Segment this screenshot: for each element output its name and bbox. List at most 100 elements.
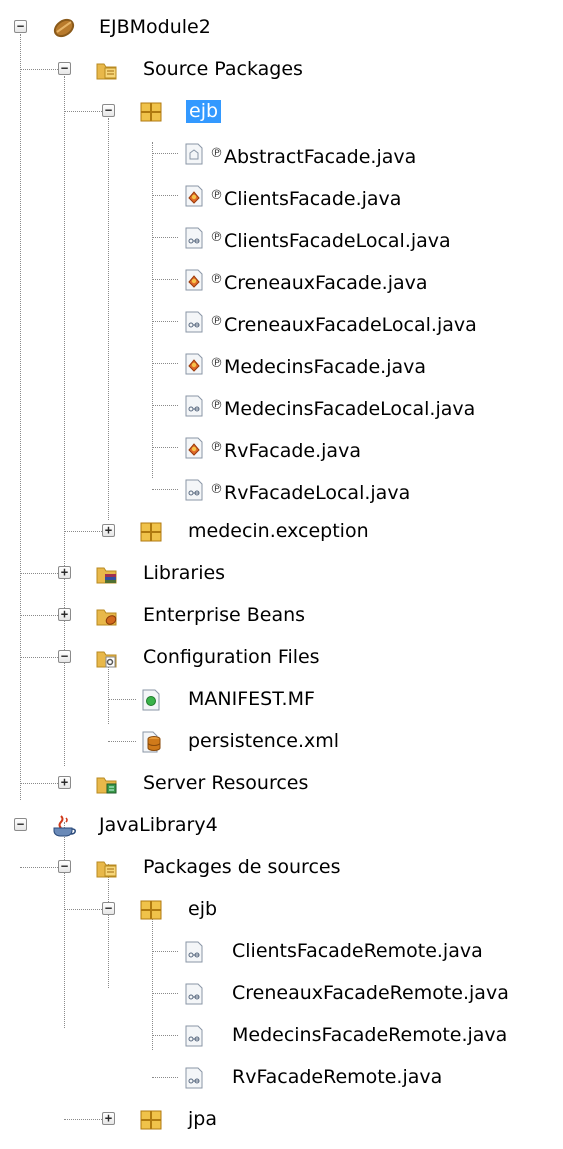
collapse-toggle[interactable]: − <box>58 62 71 75</box>
tree-node-configuration-files[interactable]: − Configuration Files <box>0 637 563 678</box>
expand-toggle[interactable]: + <box>58 566 71 579</box>
expand-toggle[interactable]: + <box>58 776 71 789</box>
tree-node-file[interactable]: ℗MedecinsFacade.java <box>0 343 563 384</box>
tree-node-packages-de-sources[interactable]: − Packages de sources <box>0 847 563 888</box>
tree-node-file[interactable]: ℗ClientsFacadeLocal.java <box>0 217 563 258</box>
interface-icon <box>182 1024 206 1048</box>
expand-toggle[interactable]: + <box>102 524 115 537</box>
interface-icon <box>182 394 206 418</box>
tree-node-file[interactable]: ℗ClientsFacade.java <box>0 175 563 216</box>
source-folder-icon <box>95 58 119 82</box>
server-resources-folder-icon <box>95 772 119 796</box>
tree-node-enterprise-beans[interactable]: + Enterprise Beans <box>0 595 563 636</box>
persistence-file-icon <box>139 730 163 754</box>
node-label: medecin.exception <box>188 520 369 542</box>
tree-node-ejbmodule2[interactable]: − EJBModule2 <box>0 7 563 48</box>
node-label: jpa <box>188 1108 217 1130</box>
collapse-toggle[interactable]: − <box>14 818 27 831</box>
link-marker: ℗ <box>210 398 223 413</box>
tree-node-file[interactable]: ℗CreneauxFacadeLocal.java <box>0 301 563 342</box>
expand-toggle[interactable]: + <box>58 608 71 621</box>
node-label: JavaLibrary4 <box>99 814 218 836</box>
package-icon <box>139 520 163 544</box>
node-label: ℗AbstractFacade.java <box>210 146 417 168</box>
tree-node-jpa-package[interactable]: + jpa <box>0 1099 563 1140</box>
package-icon <box>139 100 163 124</box>
expand-toggle[interactable]: + <box>102 1112 115 1125</box>
package-icon <box>139 1108 163 1132</box>
node-label: Enterprise Beans <box>143 604 306 626</box>
collapse-toggle[interactable]: − <box>58 650 71 663</box>
tree-node-file[interactable]: persistence.xml <box>0 721 563 762</box>
node-label: ℗ClientsFacadeLocal.java <box>210 230 451 252</box>
node-label: ℗ClientsFacade.java <box>210 188 402 210</box>
session-bean-icon <box>182 436 206 460</box>
source-folder-icon <box>95 856 119 880</box>
node-label: MANIFEST.MF <box>188 688 315 710</box>
node-label: persistence.xml <box>188 730 340 752</box>
link-marker: ℗ <box>210 482 223 497</box>
package-icon <box>139 898 163 922</box>
node-label: Server Resources <box>143 772 309 794</box>
node-label: ℗CreneauxFacade.java <box>210 272 428 294</box>
interface-icon <box>182 478 206 502</box>
interface-icon <box>182 1066 206 1090</box>
libraries-folder-icon <box>95 562 119 586</box>
tree-node-file[interactable]: ℗RvFacadeLocal.java <box>0 469 563 510</box>
tree-node-file[interactable]: ClientsFacadeRemote.java <box>0 931 563 972</box>
session-bean-icon <box>182 352 206 376</box>
tree-node-server-resources[interactable]: + Server Resources <box>0 763 563 804</box>
tree-node-file[interactable]: CreneauxFacadeRemote.java <box>0 973 563 1014</box>
collapse-toggle[interactable]: − <box>102 104 115 117</box>
tree-node-source-packages[interactable]: − Source Packages <box>0 49 563 90</box>
tree-node-ejb-package[interactable]: − ejb <box>0 91 563 132</box>
enterprise-beans-folder-icon <box>95 604 119 628</box>
tree-node-file[interactable]: ℗MedecinsFacadeLocal.java <box>0 385 563 426</box>
session-bean-icon <box>182 268 206 292</box>
node-label: ejb <box>188 898 218 920</box>
abstract-class-icon <box>182 142 206 166</box>
interface-icon <box>182 310 206 334</box>
node-label: RvFacadeRemote.java <box>232 1066 443 1088</box>
tree-node-javalibrary4[interactable]: − JavaLibrary4 <box>0 805 563 846</box>
tree-node-bibliotheques[interactable] <box>0 1141 563 1149</box>
node-label: MedecinsFacadeRemote.java <box>232 1024 508 1046</box>
tree-node-libraries[interactable]: + Libraries <box>0 553 563 594</box>
node-label: ℗CreneauxFacadeLocal.java <box>210 314 477 336</box>
tree-node-ejb-package[interactable]: − ejb <box>0 889 563 930</box>
java-project-icon <box>51 814 76 838</box>
tree-node-medecin-exception[interactable]: + medecin.exception <box>0 511 563 552</box>
tree-node-file[interactable]: ℗AbstractFacade.java <box>0 133 563 174</box>
manifest-file-icon <box>139 688 163 712</box>
interface-icon <box>182 940 206 964</box>
node-label: Configuration Files <box>143 646 320 668</box>
tree-node-file[interactable]: ℗RvFacade.java <box>0 427 563 468</box>
interface-icon <box>182 226 206 250</box>
tree-node-file[interactable]: MANIFEST.MF <box>0 679 563 720</box>
node-label: Packages de sources <box>143 856 341 878</box>
link-marker: ℗ <box>210 146 223 161</box>
link-marker: ℗ <box>210 440 223 455</box>
node-label: ℗RvFacadeLocal.java <box>210 482 411 504</box>
tree-node-file[interactable]: ℗CreneauxFacade.java <box>0 259 563 300</box>
node-label: CreneauxFacadeRemote.java <box>232 982 509 1004</box>
link-marker: ℗ <box>210 230 223 245</box>
link-marker: ℗ <box>210 314 223 329</box>
collapse-toggle[interactable]: − <box>14 20 27 33</box>
node-label: ejb <box>186 100 222 123</box>
node-label: ℗MedecinsFacade.java <box>210 356 427 378</box>
link-marker: ℗ <box>210 356 223 371</box>
collapse-toggle[interactable]: − <box>102 902 115 915</box>
interface-icon <box>182 982 206 1006</box>
link-marker: ℗ <box>210 188 223 203</box>
collapse-toggle[interactable]: − <box>58 860 71 873</box>
config-folder-icon <box>95 646 119 670</box>
node-label: Source Packages <box>143 58 303 80</box>
node-label: ℗RvFacade.java <box>210 440 361 462</box>
link-marker: ℗ <box>210 272 223 287</box>
tree-node-file[interactable]: RvFacadeRemote.java <box>0 1057 563 1098</box>
session-bean-icon <box>182 184 206 208</box>
node-label: Libraries <box>143 562 226 584</box>
tree-node-file[interactable]: MedecinsFacadeRemote.java <box>0 1015 563 1056</box>
node-label: ℗MedecinsFacadeLocal.java <box>210 398 476 420</box>
